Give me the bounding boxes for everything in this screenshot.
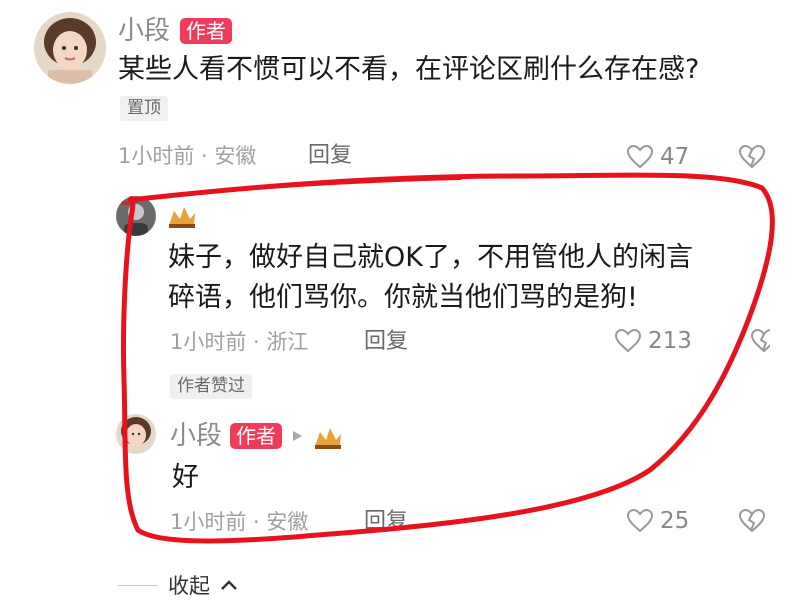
- reply-1-reply-button[interactable]: 回复: [364, 331, 408, 353]
- reply-1-text-line-1: 妹子，做好自己就OK了，不用管他人的闲言: [168, 242, 693, 273]
- reply-2-author-badge: 作者: [230, 423, 283, 449]
- top-comment-like-button[interactable]: 47: [626, 144, 689, 170]
- heart-outline-icon: [626, 144, 654, 169]
- collapse-divider: [118, 584, 158, 586]
- chevron-up-icon: [221, 580, 237, 590]
- reply-2-username[interactable]: 小段: [170, 423, 222, 449]
- reply-2-like-button[interactable]: 25: [626, 508, 689, 534]
- reply-2-text: 好: [172, 462, 199, 493]
- author-avatar[interactable]: [34, 12, 106, 84]
- top-comment-time-location: 1小时前 · 安徽: [118, 144, 257, 168]
- broken-heart-icon: [738, 144, 766, 169]
- top-comment-header: 小段 作者: [118, 18, 233, 44]
- reply-2-dislike-button[interactable]: [738, 508, 766, 538]
- collapse-replies-button[interactable]: 收起: [118, 570, 238, 600]
- reply-1-dislike-button[interactable]: [750, 328, 770, 358]
- reply-1-like-count: 213: [648, 327, 692, 354]
- reply-2-level-badge-icon: [315, 428, 342, 449]
- reply-1-time-location: 1小时前 · 浙江: [170, 330, 309, 354]
- pinned-tag: 置顶: [120, 96, 168, 121]
- reply-1-text-line-2: 碎语，他们骂你。你就当他们骂的是狗!: [168, 282, 638, 313]
- top-comment-text: 某些人看不惯可以不看，在评论区刷什么存在感?: [118, 54, 700, 85]
- reply-2-like-count: 25: [660, 507, 690, 534]
- heart-outline-icon: [626, 508, 654, 533]
- reply-2-header: 小段 作者: [170, 422, 344, 450]
- top-comment-like-count: 47: [660, 143, 690, 170]
- reply-1-like-button[interactable]: 213: [614, 328, 692, 354]
- reply-1-level-badge-icon: [166, 201, 198, 233]
- author-badge: 作者: [180, 18, 233, 44]
- collapse-label: 收起: [168, 574, 210, 598]
- reply-2-time-location: 1小时前 · 安徽: [170, 510, 309, 534]
- reply-2-author-avatar[interactable]: [116, 414, 156, 454]
- broken-heart-icon: [750, 328, 770, 353]
- reply-1-avatar[interactable]: [116, 196, 156, 236]
- heart-outline-icon: [614, 328, 642, 353]
- author-username[interactable]: 小段: [118, 18, 170, 44]
- play-arrow-icon: [293, 431, 303, 441]
- top-comment-dislike-button[interactable]: [738, 144, 766, 174]
- author-liked-tag: 作者赞过: [170, 374, 252, 399]
- top-comment-reply-button[interactable]: 回复: [308, 145, 352, 167]
- broken-heart-icon: [738, 508, 766, 533]
- reply-2-reply-button[interactable]: 回复: [364, 511, 408, 533]
